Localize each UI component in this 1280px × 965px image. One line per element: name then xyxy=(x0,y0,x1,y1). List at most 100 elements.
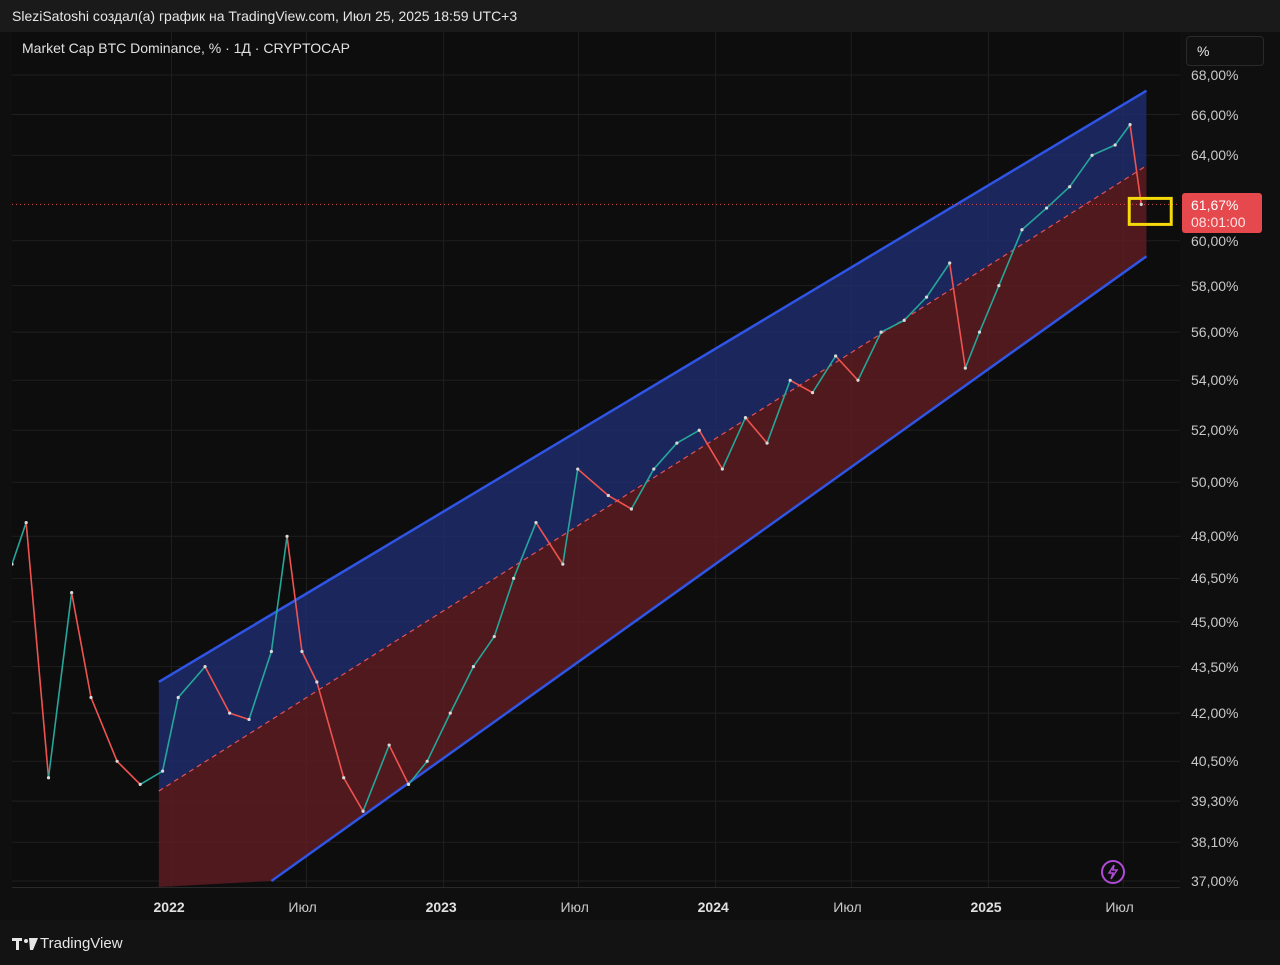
price-point xyxy=(115,759,119,763)
price-point xyxy=(406,782,411,786)
bar-countdown: 08:01:00 xyxy=(1191,214,1246,230)
price-point xyxy=(1090,153,1094,157)
attribution-bar: SleziSatoshi создал(а) график на Trading… xyxy=(0,0,1280,32)
price-tick-label: 58,00% xyxy=(1191,277,1239,294)
price-point xyxy=(12,562,14,566)
time-axis[interactable] xyxy=(12,887,1180,921)
price-point xyxy=(963,366,967,370)
price-tick-label: 66,00% xyxy=(1191,106,1239,123)
price-tick-label: 54,00% xyxy=(1191,372,1239,389)
price-point xyxy=(856,378,860,382)
time-tick-label: Июл xyxy=(560,899,589,915)
price-point xyxy=(160,769,165,773)
time-tick-label: Июл xyxy=(833,899,862,915)
price-tick-label: 46,50% xyxy=(1191,570,1239,587)
price-point xyxy=(300,649,304,654)
price-segment xyxy=(116,760,141,785)
price-point xyxy=(697,428,701,432)
price-point xyxy=(629,507,634,511)
price-point xyxy=(1113,143,1117,147)
price-point xyxy=(512,576,516,580)
price-point xyxy=(1044,206,1049,210)
tradingview-brand: TradingView xyxy=(40,935,123,952)
price-point xyxy=(89,695,93,700)
time-tick-label: Июл xyxy=(288,899,317,915)
price-point xyxy=(1139,202,1143,207)
price-segment xyxy=(90,697,118,762)
price-tick-label: 64,00% xyxy=(1191,147,1239,164)
price-point xyxy=(24,520,28,525)
time-tick-label: 2025 xyxy=(970,899,1002,915)
price-point xyxy=(810,391,815,395)
chart-legend: Market Cap BTC Dominance, % · 1Д · CRYPT… xyxy=(22,40,350,56)
price-tick-label: 40,50% xyxy=(1191,753,1239,770)
price-point xyxy=(902,318,906,322)
price-tick-label: 37,00% xyxy=(1191,873,1239,889)
price-point xyxy=(879,330,883,334)
price-tick-label: 39,30% xyxy=(1191,793,1239,810)
price-point xyxy=(138,782,142,786)
price-tick-label: 50,00% xyxy=(1191,474,1239,491)
price-point xyxy=(977,330,982,334)
price-tick-label: 68,00% xyxy=(1191,67,1239,83)
price-tick-label: 60,00% xyxy=(1191,232,1239,249)
chart-plot-area[interactable] xyxy=(12,32,1180,887)
price-point xyxy=(285,534,289,538)
price-segment xyxy=(47,592,73,778)
price-point xyxy=(70,591,74,595)
price-point xyxy=(46,776,51,780)
price-chart[interactable] xyxy=(12,32,1180,887)
price-point xyxy=(924,295,929,299)
price-point xyxy=(387,743,391,747)
price-point xyxy=(997,284,1001,288)
price-point xyxy=(765,441,769,445)
price-point xyxy=(948,261,952,265)
footer-bar: TradingView xyxy=(0,920,1280,965)
price-tick-label: 43,50% xyxy=(1191,658,1239,675)
price-tick-label: 52,00% xyxy=(1191,422,1239,439)
price-tick-label: 42,00% xyxy=(1191,705,1239,722)
price-point xyxy=(1068,185,1072,189)
price-tick-label: 48,00% xyxy=(1191,528,1239,545)
price-tick-label: 56,00% xyxy=(1191,324,1239,341)
attribution-text: SleziSatoshi создал(а) график на Trading… xyxy=(12,8,518,24)
price-point xyxy=(203,665,207,669)
price-point xyxy=(361,809,365,813)
price-point xyxy=(720,467,724,471)
current-price-tag: 61,67% 08:01:00 xyxy=(1182,193,1262,233)
price-point xyxy=(247,717,251,722)
price-point xyxy=(1020,228,1024,232)
price-point xyxy=(1128,123,1132,127)
price-point xyxy=(315,680,319,684)
lightning-icon[interactable] xyxy=(1101,860,1125,884)
time-tick-label: 2022 xyxy=(153,899,185,915)
percent-scale-label: % xyxy=(1197,43,1210,59)
price-segment xyxy=(70,592,92,698)
price-point xyxy=(576,467,580,471)
price-tick-label: 45,00% xyxy=(1191,613,1239,630)
price-point xyxy=(448,711,452,715)
price-point xyxy=(492,634,496,639)
time-tick-label: Июл xyxy=(1105,899,1134,915)
price-point xyxy=(425,759,429,763)
tradingview-logo-icon xyxy=(12,938,38,950)
price-point xyxy=(743,416,748,420)
price-point xyxy=(606,493,610,498)
price-segment xyxy=(25,522,50,778)
price-point xyxy=(834,354,838,358)
price-point xyxy=(534,520,538,525)
price-point xyxy=(652,467,656,471)
channel-upper-band xyxy=(158,90,1147,792)
time-tick-label: 2023 xyxy=(425,899,457,915)
price-point xyxy=(269,649,273,654)
channel-lower-band xyxy=(158,165,1147,887)
channel-median-line xyxy=(158,165,1147,792)
price-point xyxy=(228,711,232,715)
price-segment xyxy=(12,522,27,565)
price-point xyxy=(176,695,180,700)
price-point xyxy=(471,665,475,669)
time-tick-label: 2024 xyxy=(697,899,729,915)
percent-scale-toggle[interactable]: % xyxy=(1186,36,1264,66)
price-point xyxy=(561,562,565,566)
price-point xyxy=(342,776,346,780)
